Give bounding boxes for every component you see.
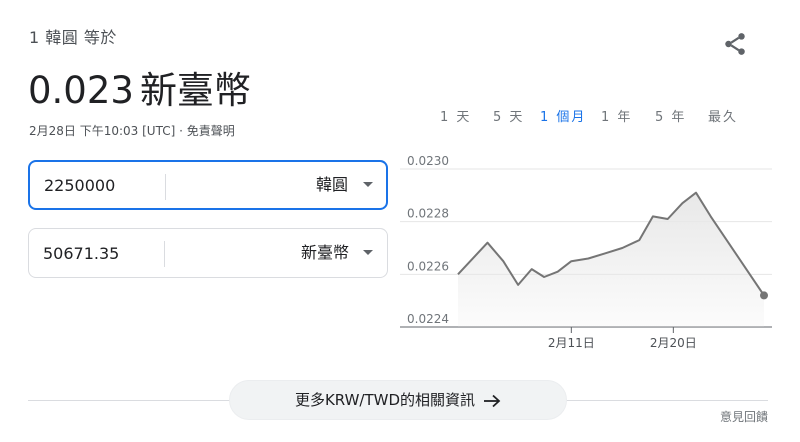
chevron-down-icon[interactable] xyxy=(363,250,373,255)
from-currency-select[interactable]: 韓圓 xyxy=(316,162,348,208)
chart-current-point xyxy=(760,291,768,300)
exchange-rate-chart: 0.0230 0.0228 0.0226 0.0224 2月11日 2月20日 xyxy=(400,155,772,350)
tab-1-year[interactable]: 1 年 xyxy=(601,106,632,130)
more-info-button[interactable]: 更多KRW/TWD的相關資訊 xyxy=(229,380,567,420)
arrow-right-icon xyxy=(484,394,501,407)
rate-unit: 新臺幣 xyxy=(139,69,251,112)
chart-y-tick-label: 0.0228 xyxy=(407,207,449,221)
from-currency-row: 韓圓 xyxy=(28,160,388,210)
field-separator xyxy=(165,174,166,200)
chevron-down-icon[interactable] xyxy=(363,182,373,187)
tab-1-day[interactable]: 1 天 xyxy=(440,106,471,130)
chart-y-tick-label: 0.0230 xyxy=(407,155,449,168)
share-icon[interactable] xyxy=(722,31,748,57)
chart-y-axis: 0.0230 0.0228 0.0226 0.0224 xyxy=(407,155,449,326)
rate-timestamp: 2月28日 下午10:03 [UTC] · 免責聲明 xyxy=(29,124,235,138)
exchange-rate-headline: 0.023 新臺幣 xyxy=(28,60,251,114)
rate-subtitle: 1 韓圓 等於 xyxy=(29,28,117,47)
to-amount-input[interactable] xyxy=(43,229,163,277)
time-range-tabs: 1 天 5 天 1 個月 1 年 5 年 最久 xyxy=(425,106,755,130)
chart-x-tick-label: 2月11日 xyxy=(548,336,595,350)
chart-area xyxy=(458,192,764,327)
chart-y-tick-label: 0.0224 xyxy=(407,312,449,326)
chart-x-axis: 2月11日 2月20日 xyxy=(548,327,697,350)
to-currency-select[interactable]: 新臺幣 xyxy=(301,229,349,277)
tab-max[interactable]: 最久 xyxy=(708,106,738,130)
from-amount-input[interactable] xyxy=(44,162,164,208)
more-info-label: 更多KRW/TWD的相關資訊 xyxy=(294,391,476,409)
chart-x-tick-label: 2月20日 xyxy=(650,336,697,350)
rate-value: 0.023 xyxy=(28,69,134,112)
tab-5-days[interactable]: 5 天 xyxy=(493,106,524,130)
feedback-link[interactable]: 意見回饋 xyxy=(720,408,768,425)
tab-1-month[interactable]: 1 個月 xyxy=(540,106,586,130)
to-currency-row: 新臺幣 xyxy=(28,228,388,278)
tab-5-years[interactable]: 5 年 xyxy=(655,106,686,130)
field-separator xyxy=(164,241,165,267)
chart-y-tick-label: 0.0226 xyxy=(407,259,449,273)
